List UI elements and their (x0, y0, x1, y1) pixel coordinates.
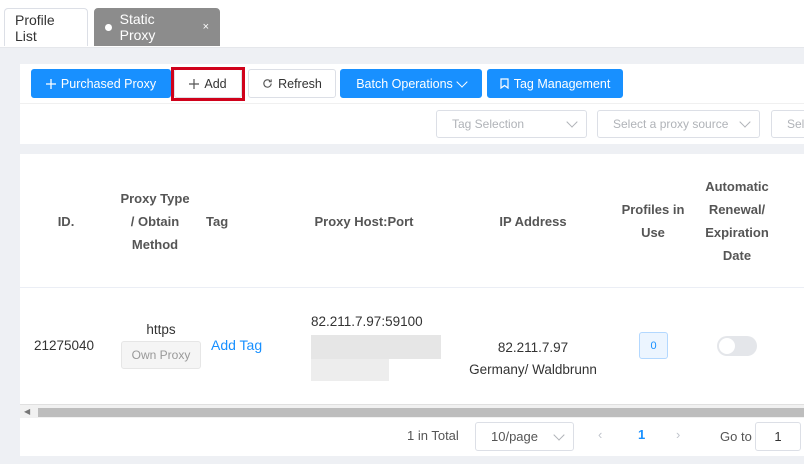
goto-label: Go to (720, 429, 752, 444)
tag-selection-dropdown[interactable]: Tag Selection (436, 110, 587, 138)
third-select-dropdown[interactable]: Sel (771, 110, 804, 138)
tag-management-button[interactable]: Tag Management (487, 69, 623, 98)
own-proxy-badge: Own Proxy (120, 341, 202, 369)
next-page-button[interactable]: › (676, 427, 680, 442)
header-auto-renewal: Automatic Renewal/ Expiration Date (705, 179, 769, 263)
pagination: 1 in Total 10/page ‹ 1 › Go to (20, 418, 804, 456)
auto-renewal-toggle[interactable] (717, 336, 757, 356)
row-ip-address: 82.211.7.97 Germany/ Waldbrunn (460, 337, 606, 381)
header-id: ID. (57, 213, 75, 229)
horizontal-scrollbar[interactable]: ◀ (20, 404, 804, 418)
header-tag: Tag (206, 213, 229, 229)
row-location: Germany/ Waldbrunn (469, 362, 597, 377)
page-number-current[interactable]: 1 (638, 427, 645, 442)
tab-static-proxy[interactable]: Static Proxy × (94, 8, 220, 46)
close-icon[interactable]: × (203, 21, 209, 33)
chevron-down-icon (553, 428, 565, 441)
page-size-value: 10/page (491, 429, 538, 444)
proxy-source-placeholder: Select a proxy source (613, 117, 729, 131)
bookmark-icon (500, 78, 509, 89)
header-proxy-host: Proxy Host:Port (314, 213, 414, 229)
page-size-select[interactable]: 10/page (475, 422, 574, 451)
header-ip-address: IP Address (499, 213, 567, 229)
row-protocol: https (146, 322, 176, 337)
plus-icon (189, 78, 200, 89)
table-row[interactable]: 21275040 https Own Proxy Add Tag 82.211.… (20, 288, 804, 404)
goto-page-input[interactable] (755, 422, 801, 451)
row-ip: 82.211.7.97 (497, 340, 569, 355)
chevron-down-icon (566, 116, 578, 128)
table-header: ID. Proxy Type / Obtain Method Tag Proxy… (20, 154, 804, 288)
header-profiles-in-use: Profiles in Use (621, 202, 685, 240)
pagination-total: 1 in Total (407, 428, 459, 443)
add-button[interactable]: Add (174, 69, 242, 98)
refresh-label: Refresh (278, 76, 322, 91)
proxy-table: ID. Proxy Type / Obtain Method Tag Proxy… (20, 154, 804, 418)
active-dot-icon (105, 23, 112, 31)
purchased-proxy-button[interactable]: Purchased Proxy (31, 69, 171, 98)
chevron-down-icon (456, 75, 468, 88)
purchased-proxy-label: Purchased Proxy (60, 76, 157, 91)
tab-label: Profile List (15, 11, 55, 44)
toggle-knob (719, 338, 735, 354)
refresh-icon (263, 79, 272, 88)
tab-bar: Profile List Static Proxy × (0, 0, 804, 48)
header-proxy-type: Proxy Type / Obtain Method (120, 190, 190, 252)
scrollbar-thumb[interactable] (38, 408, 804, 417)
third-select-placeholder: Sel (787, 117, 804, 131)
redacted-credentials (311, 359, 389, 381)
row-id: 21275040 (34, 338, 95, 353)
tab-profile-list[interactable]: Profile List (4, 8, 88, 46)
batch-operations-button[interactable]: Batch Operations (340, 69, 482, 98)
row-proxy-host: 82.211.7.97:59100 (311, 314, 423, 329)
plus-icon (45, 78, 56, 89)
batch-operations-label: Batch Operations (356, 76, 453, 91)
divider (20, 103, 804, 104)
tab-label: Static Proxy (119, 11, 156, 43)
tag-management-label: Tag Management (513, 76, 611, 91)
add-tag-link[interactable]: Add Tag (211, 337, 262, 353)
proxy-source-dropdown[interactable]: Select a proxy source (597, 110, 760, 138)
redacted-credentials (311, 335, 441, 359)
prev-page-button[interactable]: ‹ (598, 427, 602, 442)
profiles-count-badge[interactable]: 0 (639, 332, 668, 359)
refresh-button[interactable]: Refresh (248, 69, 336, 98)
chevron-down-icon (739, 116, 751, 128)
row-proxy-type: https Own Proxy (120, 322, 202, 369)
scroll-left-icon[interactable]: ◀ (24, 407, 30, 416)
tag-selection-placeholder: Tag Selection (452, 117, 525, 131)
add-label: Add (204, 76, 227, 91)
